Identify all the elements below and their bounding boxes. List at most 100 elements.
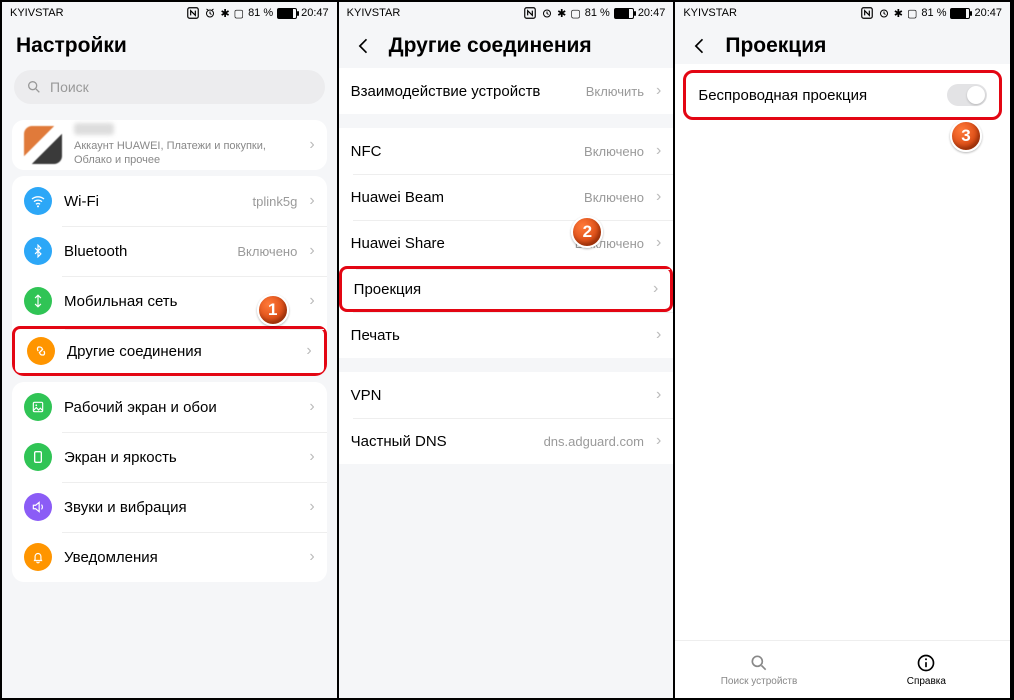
sim-icon — [24, 287, 52, 315]
toggle-wireless-projection[interactable] — [947, 84, 987, 106]
info-icon — [916, 653, 936, 673]
nav-search-devices[interactable]: Поиск устройств — [675, 641, 842, 698]
rotate-icon: ▢ — [234, 7, 244, 20]
wifi-icon — [24, 187, 52, 215]
title-row: Проекция — [675, 24, 1010, 64]
clock: 20:47 — [974, 7, 1002, 19]
display-card: Рабочий экран и обои › Экран и яркость ›… — [12, 382, 327, 582]
chevron-right-icon: › — [656, 386, 661, 404]
row-private-dns[interactable]: Частный DNS dns.adguard.com › — [339, 418, 674, 464]
row-display-brightness[interactable]: Экран и яркость › — [12, 432, 327, 482]
row-device-interaction[interactable]: Взаимодействие устройств Включить › — [339, 68, 674, 114]
chevron-right-icon: › — [656, 326, 661, 344]
chevron-right-icon: › — [309, 398, 314, 416]
label: Уведомления — [64, 549, 297, 566]
carrier-label: KYIVSTAR — [347, 7, 401, 19]
alarm-icon — [541, 7, 553, 19]
bt-icon: ✱ — [557, 7, 566, 20]
page-title: Проекция — [725, 34, 826, 58]
row-other-connections[interactable]: Другие соединения › — [12, 326, 327, 376]
link-icon — [27, 337, 55, 365]
chevron-right-icon: › — [656, 188, 661, 206]
label: Частный DNS — [351, 433, 532, 450]
label: Huawei Share — [351, 235, 563, 252]
chevron-right-icon: › — [309, 192, 314, 210]
image-icon — [24, 393, 52, 421]
status-bar: KYIVSTAR ✱ ▢ 81 % 20:47 — [2, 2, 337, 24]
battery-icon — [614, 8, 634, 19]
chevron-right-icon: › — [309, 242, 314, 260]
search-input[interactable]: Поиск — [14, 70, 325, 104]
value: tplink5g — [253, 194, 298, 209]
battery-icon — [950, 8, 970, 19]
label: Другие соединения — [67, 343, 294, 360]
value: Включено — [584, 144, 644, 159]
row-wifi[interactable]: Wi-Fi tplink5g › — [12, 176, 327, 226]
page-title: Другие соединения — [389, 34, 592, 58]
sound-icon — [24, 493, 52, 521]
search-placeholder: Поиск — [50, 79, 89, 95]
title-row: Другие соединения — [339, 24, 674, 64]
label: Wi-Fi — [64, 193, 241, 210]
chevron-right-icon: › — [309, 498, 314, 516]
clock: 20:47 — [301, 7, 329, 19]
panel-settings: KYIVSTAR ✱ ▢ 81 % 20:47 Настройки Поиск … — [2, 2, 339, 698]
rotate-icon: ▢ — [907, 7, 917, 20]
row-sounds[interactable]: Звуки и вибрация › — [12, 482, 327, 532]
bottom-nav: Поиск устройств Справка — [675, 640, 1010, 698]
panel-other-connections: KYIVSTAR ✱ ▢ 81 % 20:47 Другие соединени… — [339, 2, 676, 698]
row-home-wallpaper[interactable]: Рабочий экран и обои › — [12, 382, 327, 432]
label: Проекция — [354, 281, 641, 298]
row-huawei-beam[interactable]: Huawei Beam Включено › — [339, 174, 674, 220]
row-bluetooth[interactable]: Bluetooth Включено › — [12, 226, 327, 276]
status-bar: KYIVSTAR ✱ ▢ 81 % 20:47 — [339, 2, 674, 24]
battery-icon — [277, 8, 297, 19]
bluetooth-icon — [24, 237, 52, 265]
label: Экран и яркость — [64, 449, 297, 466]
label: Звуки и вибрация — [64, 499, 297, 516]
status-bar: KYIVSTAR ✱ ▢ 81 % 20:47 — [675, 2, 1010, 24]
chevron-right-icon: › — [656, 82, 661, 100]
chevron-right-icon: › — [306, 342, 311, 360]
carrier-label: KYIVSTAR — [683, 7, 737, 19]
label: VPN — [351, 387, 644, 404]
row-notifications[interactable]: Уведомления › — [12, 532, 327, 582]
row-huawei-share[interactable]: Huawei Share Выключено › — [339, 220, 674, 266]
nfc-icon — [860, 6, 874, 20]
row-print[interactable]: Печать › — [339, 312, 674, 358]
back-button[interactable] — [353, 35, 375, 57]
brightness-icon — [24, 443, 52, 471]
chevron-right-icon: › — [309, 548, 314, 566]
account-card[interactable]: Аккаунт HUAWEI, Платежи и покупки, Облак… — [12, 120, 327, 170]
connectivity-card: Wi-Fi tplink5g › Bluetooth Включено › Мо… — [12, 176, 327, 376]
clock: 20:47 — [638, 7, 666, 19]
label: Беспроводная проекция — [698, 87, 935, 104]
nav-label: Поиск устройств — [721, 676, 798, 687]
row-vpn[interactable]: VPN › — [339, 372, 674, 418]
bell-icon — [24, 543, 52, 571]
chevron-right-icon: › — [309, 292, 314, 310]
label: Huawei Beam — [351, 189, 572, 206]
row-nfc[interactable]: NFC Включено › — [339, 128, 674, 174]
carrier-label: KYIVSTAR — [10, 7, 64, 19]
nav-label: Справка — [907, 676, 946, 687]
value: Включить — [586, 84, 644, 99]
chevron-right-icon: › — [653, 280, 658, 298]
panel-projection: KYIVSTAR ✱ ▢ 81 % 20:47 Проекция Беспров… — [675, 2, 1012, 698]
avatar — [24, 126, 62, 164]
chevron-right-icon: › — [656, 142, 661, 160]
row-wireless-projection[interactable]: Беспроводная проекция — [683, 70, 1002, 120]
search-icon — [749, 653, 769, 673]
value: dns.adguard.com — [544, 434, 644, 449]
value: Включено — [237, 244, 297, 259]
search-icon — [26, 79, 42, 95]
nav-help[interactable]: Справка — [843, 641, 1010, 698]
value: Включено — [584, 190, 644, 205]
label: NFC — [351, 143, 572, 160]
alarm-icon — [878, 7, 890, 19]
bt-icon: ✱ — [220, 7, 229, 20]
row-projection[interactable]: Проекция › — [339, 266, 674, 312]
back-button[interactable] — [689, 35, 711, 57]
nfc-icon — [523, 6, 537, 20]
account-name-blurred — [74, 123, 114, 135]
